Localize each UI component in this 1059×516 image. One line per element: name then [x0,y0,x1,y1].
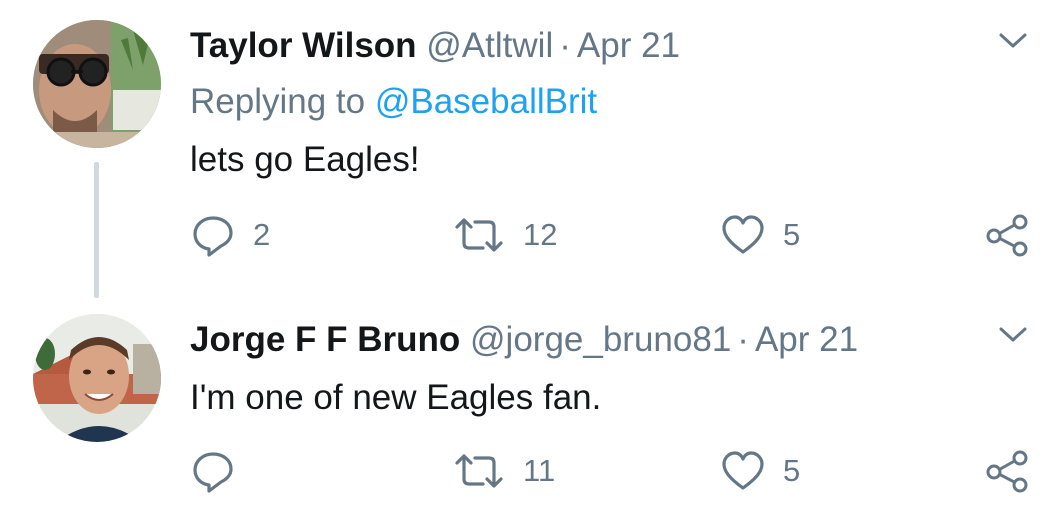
display-name[interactable]: Jorge F F Bruno [190,320,460,359]
like-count: 5 [783,453,801,488]
user-handle[interactable]: @Atltwil [426,26,553,65]
retweet-button[interactable]: 11 [453,446,555,496]
tweet[interactable]: Taylor Wilson @Atltwil · Apr 21 Replying t… [0,0,1059,300]
avatar[interactable] [33,314,161,442]
like-button[interactable]: 5 [721,446,800,496]
retweet-icon [455,454,503,488]
reply-button[interactable] [191,446,253,496]
share-icon [986,450,1028,493]
tweet-date[interactable]: Apr 21 [755,320,858,359]
user-handle[interactable]: @jorge_bruno81 [470,320,731,359]
separator-dot: · [559,26,571,65]
more-options-button[interactable] [996,24,1030,58]
tweet-text: I'm one of new Eagles fan. [190,378,602,417]
retweet-button[interactable]: 12 [453,210,557,260]
separator-dot: · [737,320,749,359]
display-name[interactable]: Taylor Wilson [190,26,417,65]
tweet-header: Jorge F F Bruno @jorge_bruno81 · Apr 21 [190,318,969,362]
like-button[interactable]: 5 [721,210,800,260]
mention-link[interactable]: @BaseballBrit [375,82,597,121]
reply-icon [193,452,233,493]
like-count: 5 [783,217,801,252]
replying-to-label: Replying to [190,82,366,121]
reply-button[interactable]: 2 [191,210,270,260]
share-button[interactable] [985,446,1029,496]
avatar-image [33,20,161,148]
chevron-down-icon [999,327,1027,342]
avatar-image [33,314,161,442]
retweet-count: 12 [523,217,558,252]
tweet-text: lets go Eagles! [190,140,420,179]
heart-icon [722,215,764,254]
tweet-date[interactable]: Apr 21 [577,26,680,65]
retweet-count: 11 [523,453,556,488]
chevron-down-icon [999,33,1027,48]
action-bar: 11 5 [0,446,1059,496]
share-button[interactable] [985,210,1029,260]
avatar[interactable] [33,20,161,148]
share-icon [986,214,1028,257]
reply-icon [193,216,233,257]
heart-icon [722,451,764,490]
replying-to: Replying to @BaseballBrit [190,80,597,124]
retweet-icon [455,218,503,252]
tweet-header: Taylor Wilson @Atltwil · Apr 21 [190,24,969,68]
action-bar: 2 12 5 [0,210,1059,260]
more-options-button[interactable] [996,318,1030,352]
reply-count: 2 [253,217,271,252]
tweet[interactable]: Jorge F F Bruno @jorge_bruno81 · Apr 21 I'… [0,300,1059,516]
